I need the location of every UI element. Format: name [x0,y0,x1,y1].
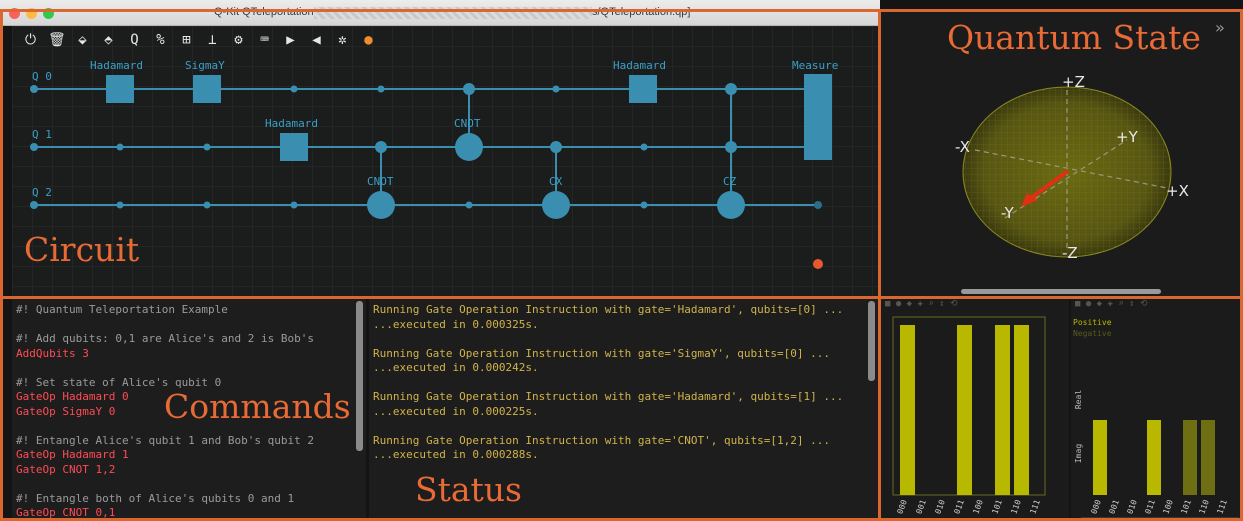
qubit-label-2: Q 2 [32,186,52,199]
quantum-state-pane: +Z -Z +X -X +Y -Y » Quantum State [881,12,1243,296]
axis-label-px: +X [1166,182,1189,200]
prob-tick-label: 100 [971,498,984,515]
gate-hadamard-q0 [106,75,134,103]
gate-cnot-target-q2 [367,191,395,219]
gate-cx-target-q2 [542,191,570,219]
prob-tick-label: 010 [933,498,946,515]
status-scrollbar[interactable] [868,301,875,381]
status-line: Running Gate Operation Instruction with … [373,390,844,403]
prob-bar [995,325,1010,495]
window-title-path: s/QTeleportation.qp] [592,6,691,18]
run-indicator [813,259,823,269]
amplitude-chart: 000 001 010 011 100 101 110 111 [1081,420,1239,519]
command-line: #! Quantum Teleportation Example [16,303,228,316]
divider-horizontal-left [0,296,878,299]
commands-scrollbar[interactable] [356,301,363,451]
expand-icon[interactable]: » [1215,18,1225,37]
prob-tick-label: 101 [990,498,1003,515]
command-line: GateOp Hadamard 1 [16,448,129,461]
amp-tick-label: 111 [1215,498,1228,515]
prob-bar [957,325,972,495]
amp-tick-label: 000 [1089,498,1102,515]
command-line: AddQubits 3 [16,346,89,360]
gate-measure [804,74,832,160]
amp-tick-label: 001 [1107,498,1120,515]
horizontal-scrollbar [961,289,1161,294]
amplitude-chart-pane: ■ ● ◆ ✚ ⌕ ↕ ⟲ Positive Negative Real Ima… [1071,299,1243,521]
status-line: ...executed in 0.000288s. [373,448,539,461]
amp-tick-label: 010 [1125,498,1138,515]
probability-chart-pane: ■ ● ◆ ✚ ⌕ ↕ ⟲ 000 001 010 011 100 101 110 111 [881,299,1069,521]
circuit-pane-label: Circuit [24,230,140,269]
gate-sigmay-q0 [193,75,221,103]
command-line: GateOp Hadamard 0 [16,390,129,403]
gate-hadamard-q1 [280,133,308,161]
prob-tick-label: 001 [914,498,927,515]
circuit-pane: ⏻ 🗑 ⬙ ⬘ Q % ⊞ ⊥ ⚙ ⌨ ▶ ◀ ✲ ● Q 0 Q 1 Q 2 … [12,26,878,296]
quantum-state-pane-label: Quantum State [947,18,1201,57]
gate-label: SigmaY [185,59,225,72]
prob-tick-label: 011 [952,498,965,515]
prob-tick-label: 000 [895,498,908,515]
minimize-window-button[interactable] [26,8,37,19]
gate-label: Hadamard [265,117,318,130]
gate-label: CX [549,175,563,188]
command-line: GateOp CNOT 1,2 [16,462,116,476]
gate-label: CNOT [454,117,481,130]
gate-cz-target-q2 [717,191,745,219]
prob-tick-label: 110 [1009,498,1022,515]
status-line: ...executed in 0.000225s. [373,404,539,418]
title-bar: Q-Kit QTeleportation - s/QTeleportation.… [0,0,880,26]
qubit-label-0: Q 0 [32,70,52,83]
qubit-label-1: Q 1 [32,128,52,141]
redacted-path [314,7,592,19]
status-pane: Running Gate Operation Instruction with … [369,299,878,521]
gate-label: Hadamard [613,59,666,72]
axis-label-nx: -X [955,138,970,156]
prob-bar [900,325,915,495]
commands-pane: #! Quantum Teleportation Example #! Add q… [12,299,366,521]
axis-label-pz: +Z [1062,73,1085,91]
window-title: Q-Kit QTeleportation - [214,6,321,18]
probability-chart: 000 001 010 011 100 101 110 111 [892,316,1046,515]
divider-horizontal-right [878,296,1243,299]
command-line: #! Add qubits: 0,1 are Alice's and 2 is … [16,332,315,345]
amp-tick-label: 101 [1179,498,1192,515]
amp-bar [1183,420,1197,495]
prob-tick-label: 111 [1028,498,1041,515]
divider-vertical [878,9,881,521]
gate-label: Hadamard [90,59,143,72]
command-line: #! Entangle Alice's qubit 1 and Bob's qu… [16,433,315,447]
commands-pane-label: Commands [164,387,351,426]
amp-bar [1093,420,1107,495]
maximize-window-button[interactable] [43,8,54,19]
status-line: Running Gate Operation Instruction with … [373,303,844,316]
amp-tick-label: 011 [1143,498,1156,515]
amp-bar [1147,420,1161,495]
gate-hadamard-q0-late [629,75,657,103]
prob-bar [1014,325,1029,495]
status-line: ...executed in 0.000325s. [373,317,539,331]
status-line: ...executed in 0.000242s. [373,361,539,374]
command-line: #! Entangle both of Alice's qubits 0 and… [16,491,295,505]
status-pane-label: Status [415,470,522,509]
gate-label: Measure [792,59,839,72]
status-line: Running Gate Operation Instruction with … [373,433,830,447]
amp-bar [1201,420,1215,495]
amp-tick-label: 110 [1197,498,1210,515]
axis-label-nz: -Z [1062,244,1078,262]
status-line: Running Gate Operation Instruction with … [373,346,830,360]
gate-label: CNOT [367,175,394,188]
gate-label: CZ [723,175,737,188]
command-line: GateOp SigmaY 0 [16,404,116,418]
gate-cnot-target-q1 [455,133,483,161]
axis-label-py: +Y [1116,128,1138,146]
command-line: GateOp CNOT 0,1 [16,506,116,519]
axis-label-ny: -Y [1001,204,1014,222]
close-window-button[interactable] [9,8,20,19]
amp-tick-label: 100 [1161,498,1174,515]
